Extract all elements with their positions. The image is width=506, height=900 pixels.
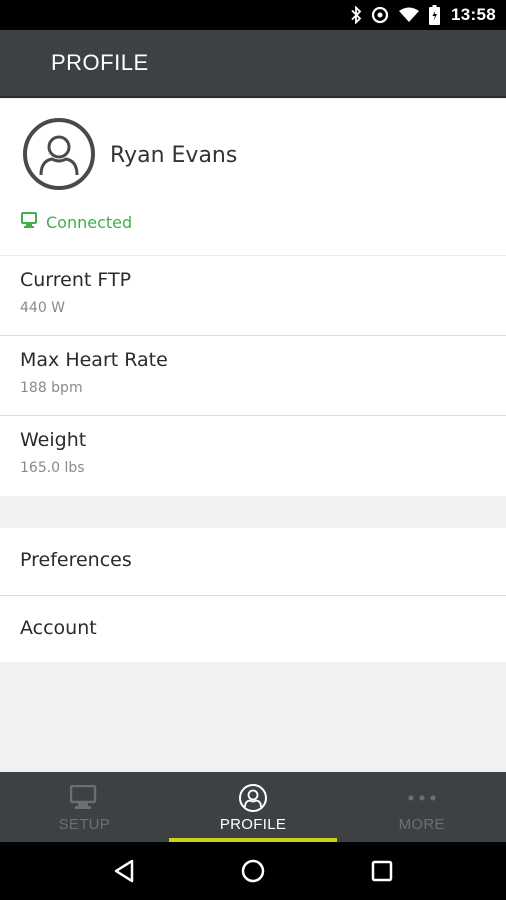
home-icon[interactable] (233, 851, 273, 891)
avatar-icon (22, 117, 96, 191)
stat-row-current-ftp[interactable]: Current FTP 440 W (0, 256, 506, 336)
recents-icon[interactable] (362, 851, 402, 891)
monitor-icon (70, 782, 98, 814)
system-nav-bar (0, 842, 506, 900)
data-saver-icon (371, 6, 389, 24)
bottom-nav: SETUP PROFILE MORE (0, 772, 506, 842)
stat-value: 440 W (20, 300, 66, 316)
profile-icon (238, 782, 268, 814)
content: Ryan Evans Connected Current FTP 440 W M… (0, 99, 506, 662)
user-name: Ryan Evans (110, 143, 238, 168)
menu-item-preferences[interactable]: Preferences (0, 528, 506, 596)
stat-label: Current FTP (20, 269, 132, 291)
profile-header: Ryan Evans Connected (0, 99, 506, 256)
tab-profile[interactable]: PROFILE (168, 772, 338, 842)
wifi-icon (398, 7, 420, 23)
status-bar: 13:58 (0, 0, 506, 30)
battery-icon (429, 5, 441, 25)
tab-label: SETUP (58, 816, 111, 833)
stat-label: Max Heart Rate (20, 349, 168, 371)
page-title: PROFILE (51, 50, 149, 75)
tab-label: PROFILE (219, 816, 287, 833)
status-time: 13:58 (451, 5, 496, 24)
stat-label: Weight (20, 429, 87, 451)
stat-row-max-heart-rate[interactable]: Max Heart Rate 188 bpm (0, 336, 506, 416)
stat-value: 165.0 lbs (20, 460, 85, 476)
stat-row-weight[interactable]: Weight 165.0 lbs (0, 416, 506, 496)
tab-setup[interactable]: SETUP (0, 772, 169, 842)
menu-item-label: Preferences (20, 549, 132, 571)
tab-more[interactable]: MORE (337, 772, 506, 842)
bluetooth-icon (350, 6, 362, 24)
stat-value: 188 bpm (20, 380, 83, 396)
more-dots-icon (407, 782, 437, 814)
back-icon[interactable] (104, 851, 144, 891)
stats-list: Current FTP 440 W Max Heart Rate 188 bpm… (0, 256, 506, 496)
trainer-connected-icon (21, 212, 39, 233)
settings-menu: Preferences Account (0, 528, 506, 662)
connection-status-label: Connected (46, 213, 133, 232)
app-bar: PROFILE (0, 30, 506, 98)
tab-label: MORE (398, 816, 445, 833)
menu-item-account[interactable]: Account (0, 596, 506, 662)
section-divider (0, 496, 506, 528)
menu-item-label: Account (20, 617, 97, 639)
connection-status: Connected (21, 212, 132, 233)
